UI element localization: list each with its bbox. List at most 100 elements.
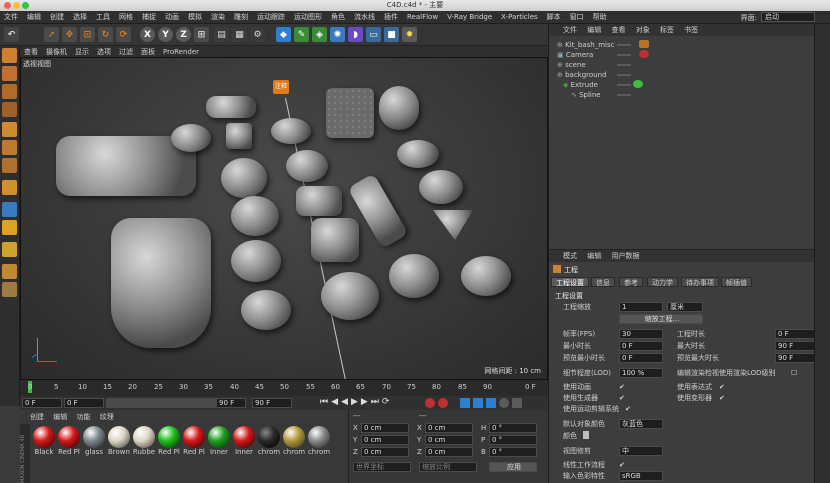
- material-swatch[interactable]: chrom: [257, 426, 281, 456]
- material-swatch[interactable]: chrom: [307, 426, 331, 456]
- layout-select[interactable]: 启动: [761, 12, 815, 22]
- kitbash-cross-object[interactable]: [226, 123, 252, 149]
- material-swatch[interactable]: Rubbe: [132, 426, 156, 456]
- material-swatch[interactable]: chrom: [282, 426, 306, 456]
- menu-file[interactable]: 文件: [4, 12, 18, 22]
- tweak-mode-icon[interactable]: [2, 202, 17, 217]
- annotation-tag[interactable]: 注释: [273, 80, 289, 94]
- tab-project-settings[interactable]: 工程设置: [551, 277, 589, 287]
- subdivision-icon[interactable]: ◈: [312, 27, 327, 42]
- preview-min-field[interactable]: 0 F: [619, 353, 663, 363]
- menu-motion-tracking[interactable]: 运动跟踪: [257, 12, 285, 22]
- floor-icon[interactable]: ▭: [366, 27, 381, 42]
- kitbash-ring-object[interactable]: [397, 140, 439, 168]
- start-frame-field[interactable]: 0 F: [22, 398, 62, 408]
- workplane-icon[interactable]: [2, 102, 17, 117]
- position-y-field[interactable]: 0 cm: [361, 435, 409, 445]
- menu-pipeline[interactable]: 流水线: [354, 12, 375, 22]
- material-swatch[interactable]: Red Pl: [57, 426, 81, 456]
- menu-snap[interactable]: 捕捉: [142, 12, 156, 22]
- menu-animate[interactable]: 动画: [165, 12, 179, 22]
- edges-mode-icon[interactable]: [2, 140, 17, 155]
- select-arrow-icon[interactable]: ➚: [44, 27, 59, 42]
- kitbash-triangle-object[interactable]: [433, 210, 473, 240]
- kitbash-fan-object[interactable]: [321, 272, 379, 320]
- menu-select[interactable]: 选择: [73, 12, 87, 22]
- lock-workplane-icon[interactable]: [2, 242, 17, 257]
- lod-field[interactable]: 100 %: [619, 368, 663, 378]
- object-row-background[interactable]: ⊕ background: [549, 70, 811, 80]
- view-clip-select[interactable]: 中: [619, 446, 663, 456]
- menu-character[interactable]: 角色: [331, 12, 345, 22]
- autokey-icon[interactable]: [438, 398, 448, 408]
- rotation-h-field[interactable]: 0 °: [489, 423, 537, 433]
- move-icon[interactable]: ✥: [62, 27, 77, 42]
- menu-x-particles[interactable]: X-Particles: [501, 13, 537, 21]
- position-z-field[interactable]: 0 cm: [361, 447, 409, 457]
- viewport-menu-prorender[interactable]: ProRender: [163, 48, 199, 56]
- kitbash-sprocket-object[interactable]: [231, 240, 281, 282]
- viewport-menu-view[interactable]: 查看: [24, 47, 38, 57]
- scale-x-field[interactable]: 0 cm: [425, 423, 473, 433]
- material-menu-function[interactable]: 功能: [76, 413, 90, 421]
- position-x-field[interactable]: 0 cm: [361, 423, 409, 433]
- axis-mode-icon[interactable]: [2, 180, 17, 195]
- current-frame-field[interactable]: 0 F: [64, 398, 104, 408]
- material-menu-edit[interactable]: 编辑: [53, 413, 67, 421]
- key-position-icon[interactable]: [460, 398, 470, 408]
- scale-mode-select[interactable]: 缩放比例: [419, 462, 477, 472]
- scale-icon[interactable]: ⊡: [80, 27, 95, 42]
- render-picture-viewer-icon[interactable]: ▦: [232, 27, 247, 42]
- input-color-select[interactable]: sRGB: [619, 471, 663, 481]
- default-color-select[interactable]: 灰蓝色: [619, 419, 663, 429]
- menu-script[interactable]: 脚本: [547, 12, 561, 22]
- object-row-camera[interactable]: ▣ Camera: [549, 50, 811, 60]
- menu-plugins[interactable]: 插件: [384, 12, 398, 22]
- render-view-icon[interactable]: ▤: [214, 27, 229, 42]
- render-lod-checkbox[interactable]: ☐: [791, 368, 797, 378]
- object-menu-edit[interactable]: 编辑: [587, 26, 601, 34]
- attr-menu-edit[interactable]: 编辑: [587, 252, 601, 260]
- material-menu-create[interactable]: 创建: [30, 413, 44, 421]
- kitbash-dome-object[interactable]: [419, 170, 463, 204]
- object-menu-file[interactable]: 文件: [563, 26, 577, 34]
- deformer-icon[interactable]: ◗: [348, 27, 363, 42]
- tab-interpolation[interactable]: 帧插值: [721, 277, 752, 287]
- end-frame-field[interactable]: 90 F: [216, 398, 246, 408]
- render-settings-icon[interactable]: ⚙: [250, 27, 265, 42]
- material-swatch[interactable]: Black: [32, 426, 56, 456]
- y-axis-icon[interactable]: Y: [158, 27, 173, 42]
- model-mode-icon[interactable]: [2, 66, 17, 81]
- x-axis-icon[interactable]: X: [140, 27, 155, 42]
- color-swatch[interactable]: [583, 431, 589, 439]
- visibility-toggles[interactable]: [617, 40, 631, 100]
- zoom-window-button[interactable]: [22, 2, 29, 9]
- min-time-field[interactable]: 0 F: [619, 341, 663, 351]
- cube-icon[interactable]: ◆: [276, 27, 291, 42]
- menu-edit[interactable]: 编辑: [27, 12, 41, 22]
- use-expressions-checkbox[interactable]: ✔: [719, 382, 725, 392]
- menu-realflow[interactable]: RealFlow: [407, 13, 438, 21]
- coordinate-system-icon[interactable]: ⊞: [194, 27, 209, 42]
- tab-reference[interactable]: 参考: [619, 277, 643, 287]
- kitbash-cylinder-object[interactable]: [206, 96, 256, 118]
- material-swatch[interactable]: Inner: [232, 426, 256, 456]
- apply-button[interactable]: 应用: [489, 462, 537, 472]
- use-animation-checkbox[interactable]: ✔: [619, 382, 625, 392]
- grid-workplane-icon[interactable]: [2, 282, 17, 297]
- object-row-kit-bash[interactable]: ⊕ Kit_bash_misc: [549, 40, 811, 50]
- linear-workflow-checkbox[interactable]: ✔: [619, 460, 625, 470]
- perspective-viewport[interactable]: 透视视图 注释 网格间距 : 10 cm: [20, 57, 548, 380]
- light-icon[interactable]: ✹: [402, 27, 417, 42]
- kitbash-medallion-object[interactable]: [389, 254, 439, 298]
- use-generators-checkbox[interactable]: ✔: [619, 393, 625, 403]
- menu-window[interactable]: 窗口: [570, 12, 584, 22]
- kitbash-vent-object[interactable]: [286, 150, 328, 182]
- key-rotation-icon[interactable]: [486, 398, 496, 408]
- kitbash-cog-object[interactable]: [241, 290, 291, 330]
- object-menu-tags[interactable]: 标签: [660, 26, 674, 34]
- rotate-icon[interactable]: ↻: [98, 27, 113, 42]
- pen-spline-icon[interactable]: ✎: [294, 27, 309, 42]
- scale-z-field[interactable]: 0 cm: [425, 447, 473, 457]
- right-side-tabs[interactable]: [814, 24, 830, 483]
